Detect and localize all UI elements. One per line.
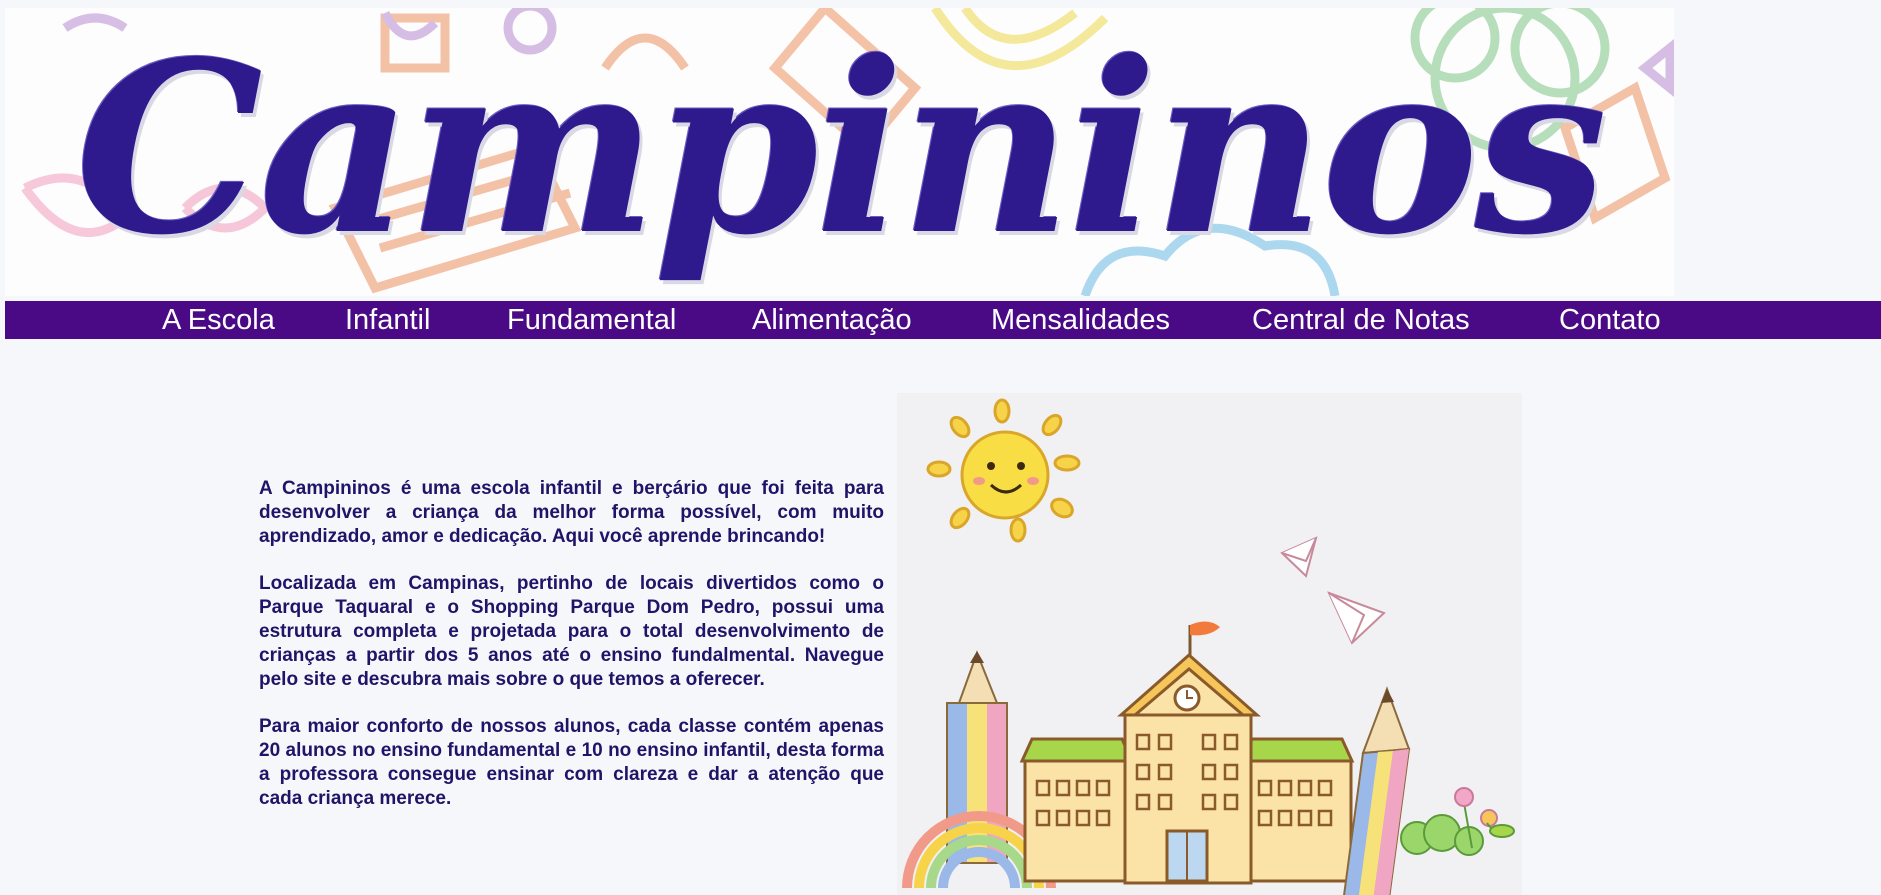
- header-banner: Campininos: [5, 8, 1674, 296]
- nav-mensalidades[interactable]: Mensalidades: [991, 301, 1170, 339]
- nav-infantil[interactable]: Infantil: [345, 301, 430, 339]
- location-paragraph: Localizada em Campinas, pertinho de loca…: [259, 573, 884, 690]
- intro-text: A Campininos é uma escola infantil e ber…: [259, 477, 884, 834]
- nav-fundamental[interactable]: Fundamental: [507, 301, 676, 339]
- nav-a-escola[interactable]: A Escola: [162, 301, 275, 339]
- paper-plane-icon: [1280, 536, 1386, 645]
- nav-central-de-notas[interactable]: Central de Notas: [1252, 301, 1470, 339]
- class-size-paragraph: Para maior conforto de nossos alunos, ca…: [259, 716, 884, 809]
- site-logo[interactable]: Campininos: [5, 8, 1674, 296]
- pencil-icon: [1343, 686, 1411, 895]
- main-nav: A Escola Infantil Fundamental Alimentaçã…: [5, 301, 1881, 339]
- sun-icon: [926, 398, 1081, 543]
- nav-alimentacao[interactable]: Alimentação: [752, 301, 912, 339]
- school-building-icon: [1019, 652, 1355, 885]
- nav-contato[interactable]: Contato: [1559, 301, 1661, 339]
- intro-paragraph: A Campininos é uma escola infantil e ber…: [259, 478, 884, 547]
- school-illustration: [897, 393, 1522, 895]
